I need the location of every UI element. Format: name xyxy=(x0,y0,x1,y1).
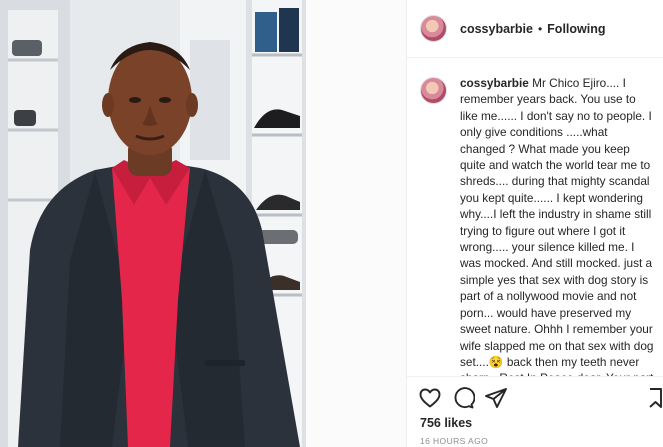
heart-icon[interactable] xyxy=(418,386,442,410)
caption-body: Mr Chico Ejiro.... I remember years back… xyxy=(460,76,654,376)
likes-count[interactable]: 756 likes xyxy=(420,416,472,430)
post-timestamp[interactable]: 16 HOURS AGO xyxy=(420,436,488,446)
post-actions: 756 likes 16 HOURS AGO xyxy=(407,376,663,447)
author-avatar[interactable] xyxy=(420,15,447,42)
author-username[interactable]: cossybarbie xyxy=(460,22,533,36)
header-separator: • xyxy=(537,21,543,36)
post-photo[interactable] xyxy=(0,0,406,447)
caption-username[interactable]: cossybarbie xyxy=(460,76,529,90)
post-side-panel: cossybarbie • Following cossybarbie Mr C… xyxy=(406,0,663,447)
comment-icon[interactable] xyxy=(451,386,476,410)
man-photo-illustration xyxy=(0,0,406,447)
post-header: cossybarbie • Following xyxy=(407,0,663,58)
share-icon[interactable] xyxy=(484,386,508,410)
following-button[interactable]: Following xyxy=(547,22,605,36)
caption-avatar[interactable] xyxy=(420,77,447,104)
caption-area: cossybarbie Mr Chico Ejiro.... I remembe… xyxy=(407,58,663,376)
caption-text-block: cossybarbie Mr Chico Ejiro.... I remembe… xyxy=(460,75,656,376)
bookmark-icon[interactable] xyxy=(648,386,662,410)
